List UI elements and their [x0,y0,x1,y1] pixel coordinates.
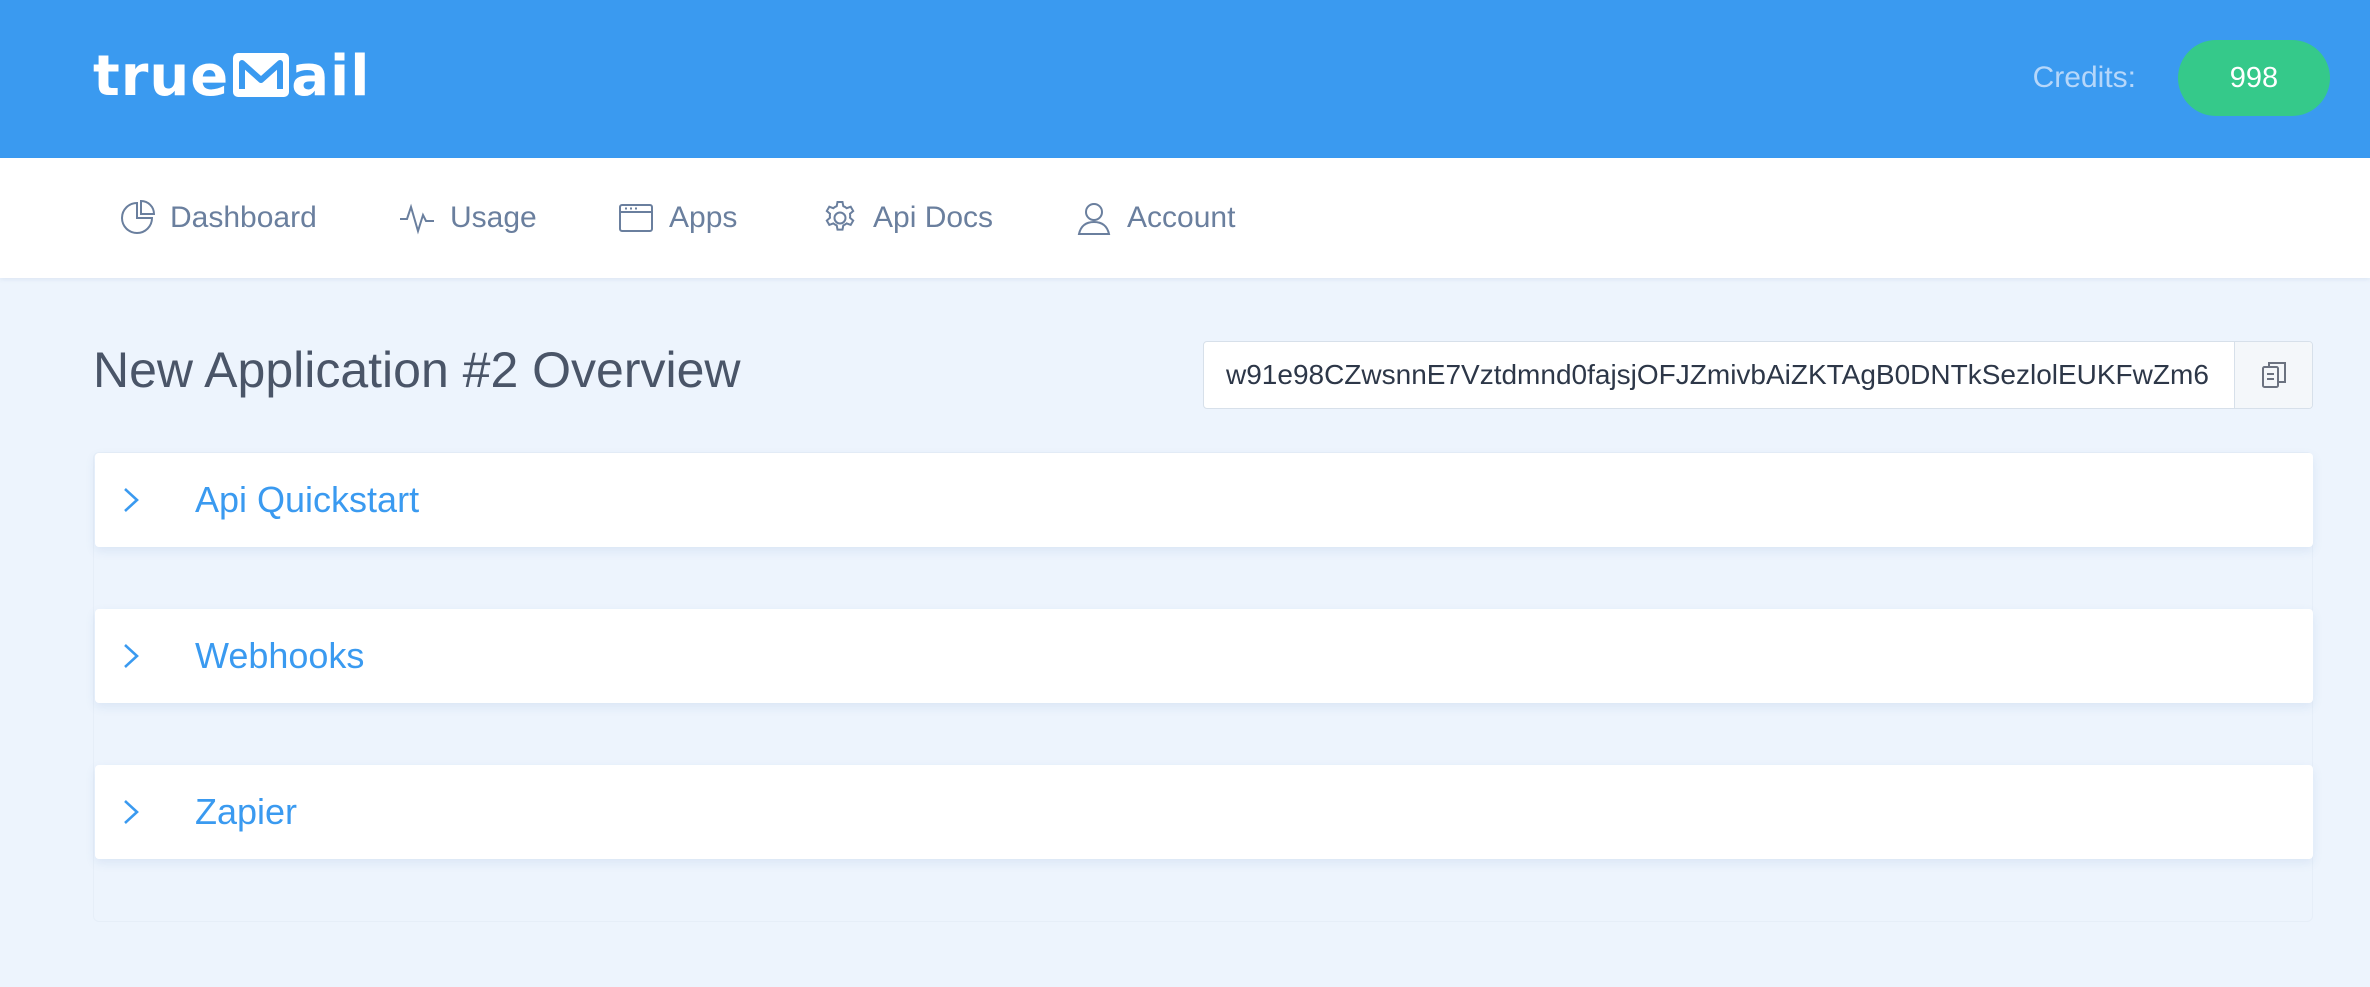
truemail-logo[interactable]: true ail [93,42,370,112]
chevron-right-icon [124,644,139,668]
nav-item-apps[interactable]: Apps [617,158,737,278]
section-label-webhooks: Webhooks [195,635,365,676]
nav-item-dashboard[interactable]: Dashboard [118,158,317,278]
pie-chart-icon [121,199,156,234]
logo-text-suffix: ail [291,44,371,109]
chevron-right-icon [124,800,139,824]
credits-badge[interactable]: 998 [2178,40,2330,116]
nav-label-apps: Apps [669,201,738,234]
section-label-api-quickstart: Api Quickstart [195,479,420,520]
user-icon [1077,203,1111,235]
nav-label-api-docs: Api Docs [873,201,994,234]
chevron-right-icon [124,488,139,512]
section-zapier[interactable]: Zapier [95,765,2313,859]
api-key-field [1203,341,2313,409]
section-label-zapier: Zapier [195,791,298,832]
section-webhooks[interactable]: Webhooks [95,609,2313,703]
section-api-quickstart[interactable]: Api Quickstart [95,453,2313,547]
page-title: New Application #2 Overview [93,342,741,398]
api-key-input[interactable] [1204,342,2234,408]
envelope-m-icon [233,53,290,97]
copy-api-key-button[interactable] [2234,342,2312,408]
main-nav: Dashboard Usage Apps Api Docs Account [0,158,2370,278]
nav-item-usage[interactable]: Usage [398,158,537,278]
top-header: true ail Credits: 998 [0,0,2370,158]
logo-text-prefix: true [93,44,230,109]
gear-icon [825,201,855,231]
activity-icon [400,203,434,235]
clipboard-icon [2261,362,2286,388]
nav-label-usage: Usage [450,201,537,234]
nav-item-account[interactable]: Account [1075,158,1235,278]
nav-label-dashboard: Dashboard [170,201,317,234]
nav-item-api-docs[interactable]: Api Docs [821,158,993,278]
browser-window-icon [619,204,653,232]
credits-area: Credits: 998 [2033,40,2330,116]
credits-label: Credits: [2032,61,2136,94]
app-sections: Api Quickstart Webhooks Zapier [93,452,2313,922]
nav-label-account: Account [1127,201,1236,234]
